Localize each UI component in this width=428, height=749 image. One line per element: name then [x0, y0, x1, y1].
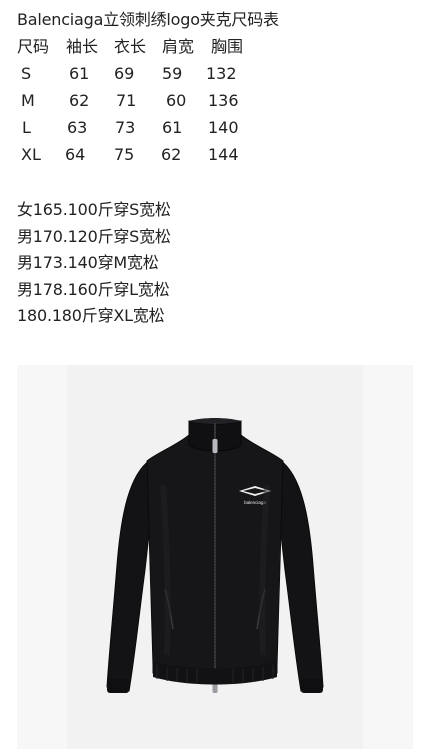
fit-notes: 女165.100斤穿S宽松 男170.120斤穿S宽松 男173.140穿M宽松… — [17, 197, 171, 330]
length-cell: 75 — [114, 145, 135, 164]
page-title: Balenciaga立领刺绣logo夹克尺码表 — [17, 10, 279, 29]
header-shoulder: 肩宽 — [162, 37, 195, 56]
chest-cell: 136 — [208, 91, 239, 110]
fit-note: 男173.140穿M宽松 — [17, 253, 159, 273]
size-cell: L — [22, 118, 31, 137]
size-table-header: 尺码 袖长 衣长 肩宽 胸围 — [0, 36, 428, 58]
chest-cell: 132 — [206, 64, 237, 83]
fit-note: 180.180斤穿XL宽松 — [17, 306, 165, 326]
chest-cell: 140 — [208, 118, 239, 137]
size-table-row: S 61 69 59 132 — [0, 63, 428, 85]
size-chart-page: Balenciaga立领刺绣logo夹克尺码表 尺码 袖长 衣长 肩宽 胸围 S… — [0, 0, 428, 749]
shoulder-cell: 61 — [162, 118, 183, 137]
length-cell: 73 — [115, 118, 136, 137]
size-table-row: L 63 73 61 140 — [0, 117, 428, 139]
header-size: 尺码 — [17, 37, 50, 56]
size-cell: XL — [21, 145, 41, 164]
sleeve-cell: 63 — [67, 118, 88, 137]
header-chest: 胸围 — [211, 37, 244, 56]
size-table-row: XL 64 75 62 144 — [0, 144, 428, 166]
fit-note: 男170.120斤穿S宽松 — [17, 226, 171, 246]
size-cell: S — [21, 64, 32, 83]
shoulder-cell: 59 — [162, 64, 183, 83]
chest-cell: 144 — [208, 145, 239, 164]
length-cell: 69 — [114, 64, 135, 83]
sleeve-cell: 61 — [69, 64, 90, 83]
size-cell: M — [21, 91, 35, 110]
length-cell: 71 — [116, 91, 137, 110]
fit-note: 男178.160斤穿L宽松 — [17, 279, 170, 299]
sleeve-cell: 64 — [65, 145, 86, 164]
header-length: 衣长 — [114, 37, 147, 56]
fit-note: 女165.100斤穿S宽松 — [17, 200, 171, 219]
size-table-row: M 62 71 60 136 — [0, 90, 428, 112]
header-sleeve: 袖长 — [66, 37, 99, 56]
product-photo: balenciaga — [17, 365, 413, 749]
shoulder-cell: 62 — [161, 145, 182, 164]
jacket-illustration: balenciaga — [106, 418, 324, 693]
shoulder-cell: 60 — [166, 91, 187, 110]
sleeve-cell: 62 — [69, 91, 90, 110]
